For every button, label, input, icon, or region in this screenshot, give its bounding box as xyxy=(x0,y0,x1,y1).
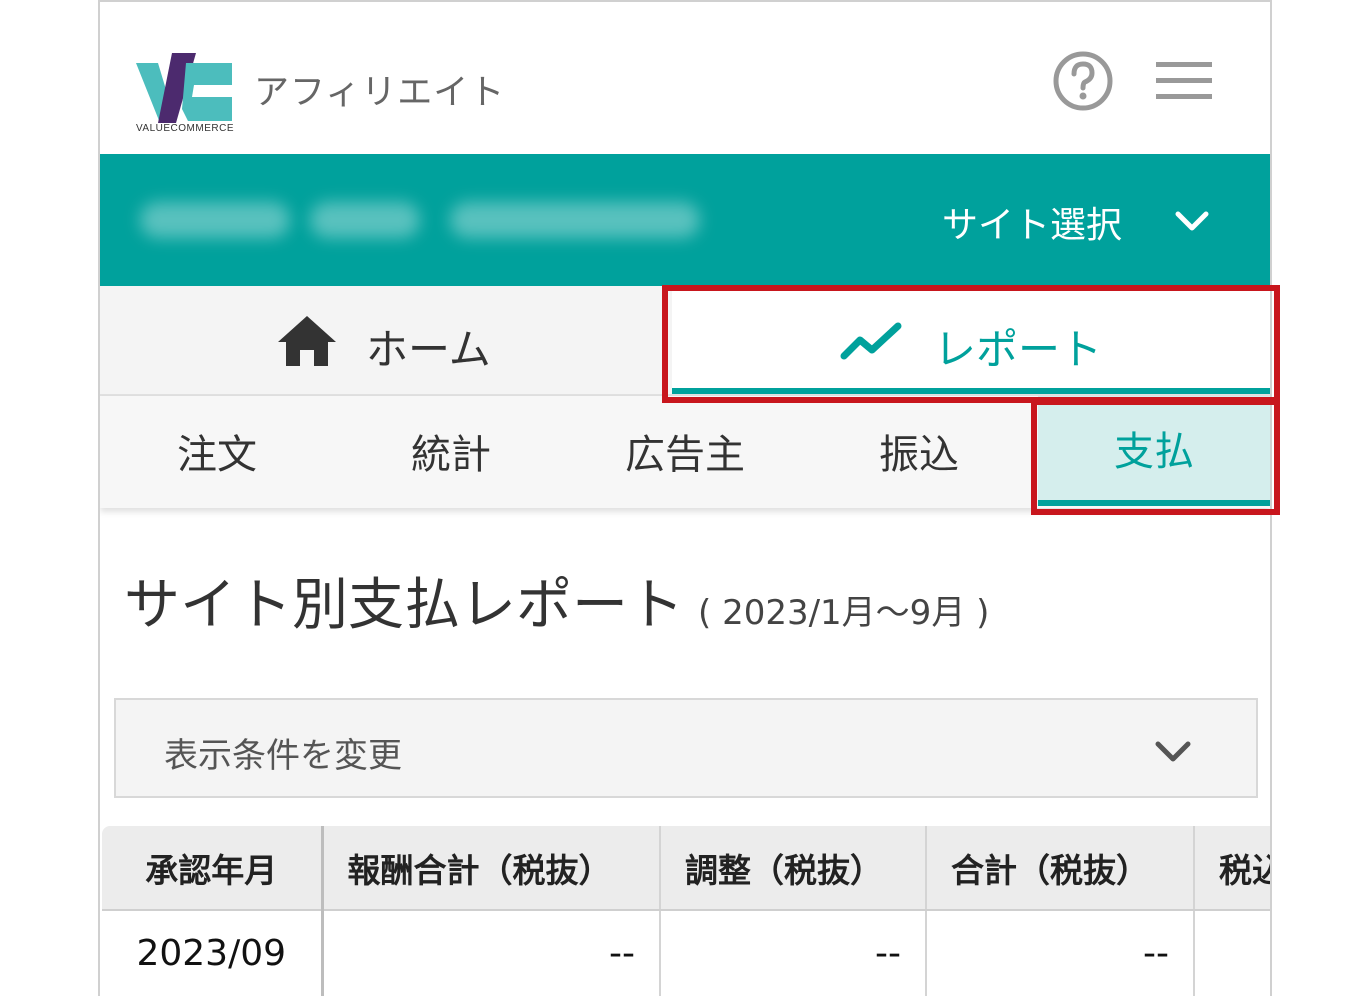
payment-report-table: 承認年月 報酬合計（税抜） 調整（税抜） 合計（税抜） 税込 2023/09 -… xyxy=(102,826,1270,996)
tab-report[interactable]: レポート xyxy=(672,286,1270,394)
cell-adjustment: -- xyxy=(660,910,927,996)
site-name-redacted xyxy=(140,192,700,248)
column-header-approval-month[interactable]: 承認年月 xyxy=(102,826,324,911)
page-title: サイト別支払レポート ( 2023/1月～9月 ) xyxy=(124,560,989,641)
filter-label: 表示条件を変更 xyxy=(164,736,402,776)
site-bar: サイト選択 xyxy=(100,154,1270,286)
cell-tax-included xyxy=(1194,910,1270,996)
page-date-range: ( 2023/1月～9月 ) xyxy=(698,593,990,633)
column-header-adjustment[interactable]: 調整（税抜） xyxy=(660,826,927,911)
cell-approval-month: 2023/09 xyxy=(102,910,324,996)
cell-total: -- xyxy=(926,910,1195,996)
filter-toggle[interactable]: 表示条件を変更 xyxy=(114,698,1258,798)
tab-home-label: ホーム xyxy=(366,325,491,374)
table-row: 2023/09 -- -- -- xyxy=(102,910,1270,996)
app-header: VALUECOMMERCE アフィリエイト xyxy=(100,2,1270,154)
subtab-orders[interactable]: 注文 xyxy=(100,396,334,506)
logo-wordmark: VALUECOMMERCE xyxy=(136,123,234,134)
table-header-row: 承認年月 報酬合計（税抜） 調整（税抜） 合計（税抜） 税込 xyxy=(102,826,1270,911)
subtab-stats[interactable]: 統計 xyxy=(334,396,568,506)
subtab-advertisers[interactable]: 広告主 xyxy=(568,396,802,506)
site-select-button[interactable]: サイト選択 xyxy=(942,196,1122,248)
question-circle-icon[interactable] xyxy=(1052,50,1114,112)
subtab-transfers[interactable]: 振込 xyxy=(802,396,1036,506)
column-header-total[interactable]: 合計（税抜） xyxy=(926,826,1195,911)
cell-reward-total: -- xyxy=(322,910,661,996)
main-nav: ホーム レポート xyxy=(100,286,1270,396)
home-icon xyxy=(278,316,336,366)
hamburger-menu-icon[interactable] xyxy=(1156,62,1212,100)
report-table-container[interactable]: 承認年月 報酬合計（税抜） 調整（税抜） 合計（税抜） 税込 2023/09 -… xyxy=(102,826,1270,996)
chevron-down-icon[interactable] xyxy=(1172,206,1212,236)
report-subnav: 注文 統計 広告主 振込 支払 xyxy=(100,396,1270,508)
app-name: アフィリエイト xyxy=(254,73,506,113)
page-title-text: サイト別支払レポート xyxy=(124,573,684,638)
column-header-reward-total[interactable]: 報酬合計（税抜） xyxy=(322,826,661,911)
tab-report-label: レポート xyxy=(934,325,1103,374)
subtab-payments[interactable]: 支払 xyxy=(1038,396,1270,506)
trend-line-icon xyxy=(840,322,902,360)
chevron-down-icon xyxy=(1155,741,1191,762)
tab-home[interactable]: ホーム xyxy=(100,286,670,394)
column-header-tax-included[interactable]: 税込 xyxy=(1194,826,1270,911)
app-frame: VALUECOMMERCE アフィリエイト サイト選択 ホーム レポート 注文 … xyxy=(98,0,1272,996)
